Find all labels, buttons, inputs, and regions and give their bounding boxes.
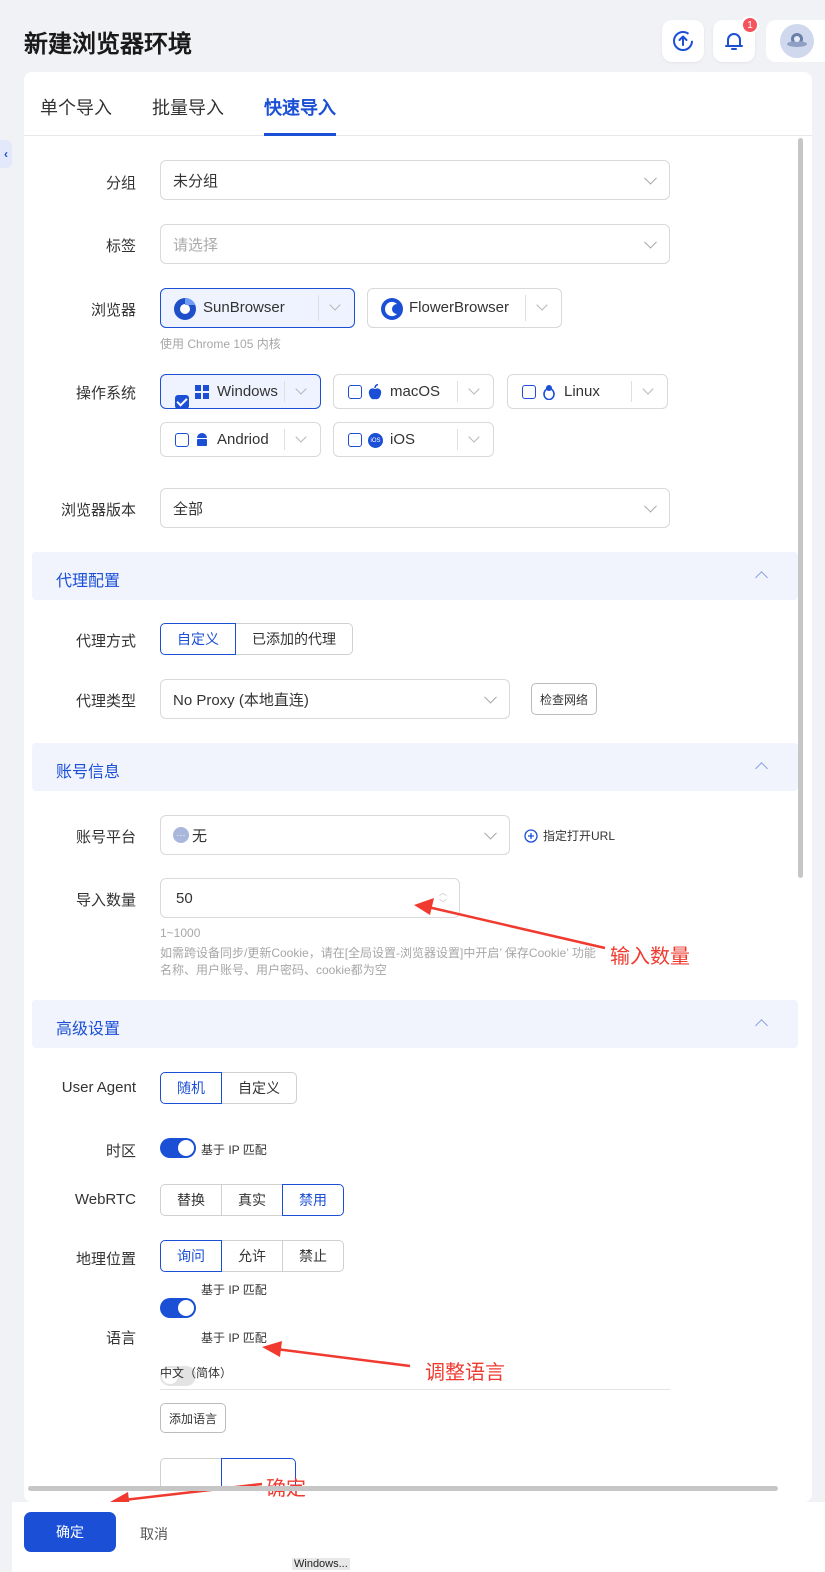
footer-bar <box>12 1502 825 1572</box>
cancel-button[interactable]: 取消 <box>140 1524 168 1544</box>
horizontal-scrollbar[interactable] <box>28 1486 778 1491</box>
proxy-method-custom[interactable]: 自定义 <box>160 623 236 655</box>
annotation-count: 输入数量 <box>610 946 690 968</box>
taskbar-item[interactable]: Windows... <box>292 1558 350 1570</box>
geo-ask[interactable]: 询问 <box>160 1240 222 1272</box>
confirm-button[interactable]: 确定 <box>24 1512 116 1552</box>
annotation-language: 调整语言 <box>425 1362 505 1384</box>
webrtc-disable[interactable]: 禁用 <box>282 1184 344 1216</box>
vertical-scrollbar[interactable] <box>798 138 803 878</box>
ua-random[interactable]: 随机 <box>160 1072 222 1104</box>
annotation-arrows <box>110 898 606 1508</box>
